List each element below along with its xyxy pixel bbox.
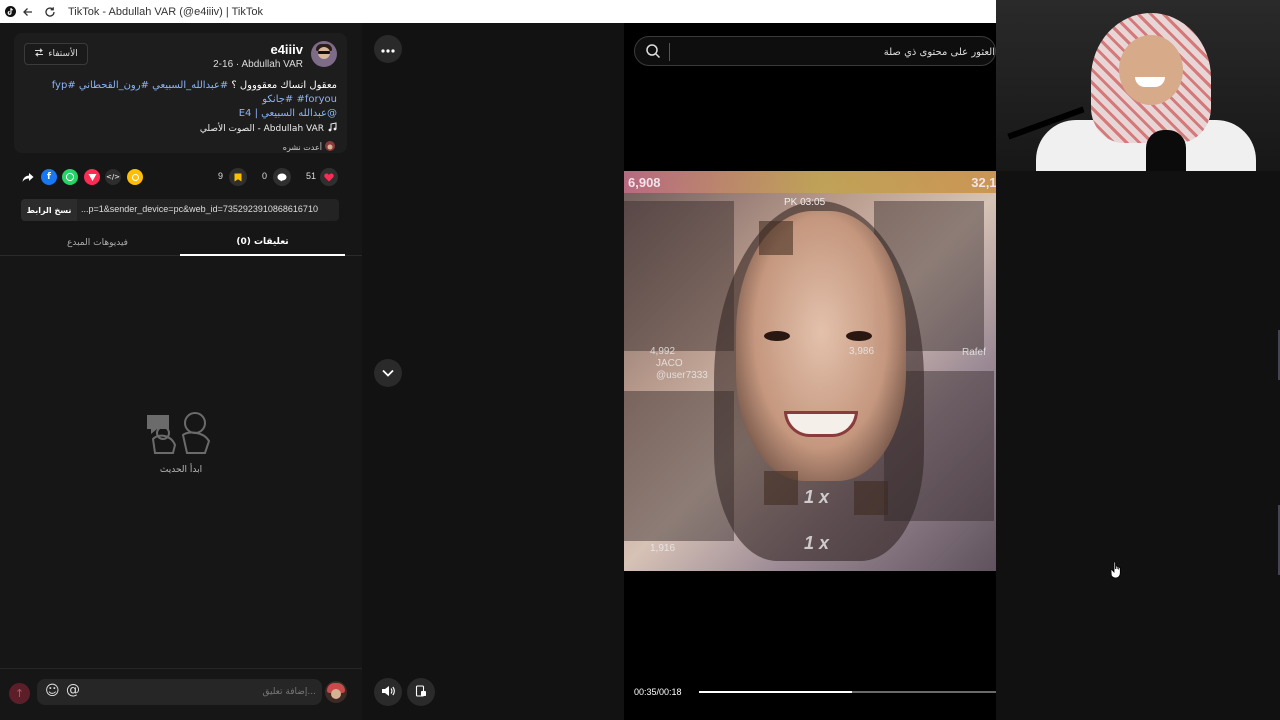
related-search-input[interactable] <box>695 42 995 62</box>
side-handle: @user7333 <box>656 370 708 381</box>
pk-timer: PK 03:05 <box>784 197 826 208</box>
comment-count: 0 <box>262 171 268 181</box>
save-count: 9 <box>218 171 224 181</box>
chevron-down-icon <box>382 366 394 380</box>
whatsapp-icon[interactable] <box>62 169 78 185</box>
sound-label: الصوت الأصلي - Abdullah VAR <box>199 123 324 134</box>
more-options-button[interactable] <box>374 35 402 63</box>
browser-titlebar: TikTok - Abdullah VAR (@e4iiiv) | TikTok <box>0 0 996 23</box>
player-side-controls <box>362 23 624 720</box>
tab-comments[interactable]: (0) تعليقات <box>180 229 345 256</box>
background-right <box>996 0 1280 720</box>
facebook-icon[interactable]: f <box>41 169 57 185</box>
gift-multiplier-1: 1 x <box>804 487 830 507</box>
repost-avatar-icon <box>325 141 335 153</box>
back-arrow-icon[interactable] <box>18 2 38 22</box>
heart-icon[interactable] <box>320 168 338 186</box>
search-divider <box>669 43 670 61</box>
action-bar: f </> 9 0 51 <box>0 164 362 190</box>
repost-label: أعدت نشره <box>282 142 322 152</box>
side-score-1: 4,992 <box>650 346 676 357</box>
speaker-icon <box>381 685 395 700</box>
more-share-icon[interactable] <box>127 169 143 185</box>
comment-composer: ↑ ☺ @ <box>0 668 362 720</box>
playback-time: 00:35/00:18 <box>634 687 682 697</box>
follow-button[interactable]: الأستفاء <box>24 43 88 65</box>
comment-input-box: ☺ @ <box>37 679 322 705</box>
share-arrow-icon[interactable] <box>20 169 36 185</box>
side-tag: Rafef <box>962 347 986 358</box>
comment-bubble-icon[interactable] <box>273 168 291 186</box>
send-to-friends-icon[interactable] <box>84 169 100 185</box>
video-player: 6,908 32,125 PK 03:05 4,992 JACO @user73… <box>624 23 1015 720</box>
comment-input[interactable] <box>116 683 316 701</box>
side-score-2: 3,986 <box>849 346 875 357</box>
sound-row[interactable]: الصوت الأصلي - Abdullah VAR <box>200 122 337 135</box>
emoji-icon[interactable]: ☺ <box>45 683 60 699</box>
streamer-webcam-overlay <box>996 0 1280 171</box>
volume-button[interactable] <box>374 678 402 706</box>
gift-multiplier-2: 1 x <box>804 533 830 553</box>
tiktok-logo-icon <box>4 6 16 18</box>
pip-icon <box>415 684 427 700</box>
empty-comments-illustration <box>143 409 215 457</box>
author-username[interactable]: e4iiiv <box>270 42 303 57</box>
video-frame[interactable]: 6,908 32,125 PK 03:05 4,992 JACO @user73… <box>624 171 1015 571</box>
ellipsis-icon <box>381 42 395 56</box>
side-score-3: 1,916 <box>650 543 676 554</box>
current-user-avatar <box>325 681 347 703</box>
reload-icon[interactable] <box>40 2 60 22</box>
caption-text: معقول انساك معقووول ؟ <box>228 80 337 91</box>
repost-row: أعدت نشره <box>283 141 335 153</box>
comments-tabs: (0) تعليقات فيديوهات المبدع <box>0 229 362 256</box>
description-card: e4iiiv 2-16 · Abdullah VAR الأستفاء معقو… <box>14 33 347 153</box>
search-icon[interactable] <box>645 43 661 63</box>
music-note-icon <box>328 122 337 135</box>
video-link-text[interactable]: ...p=1&sender_device=pc&web_id=735292391… <box>81 204 318 214</box>
video-caption: معقول انساك معقووول ؟ #عبدالله_السبيعي #… <box>22 79 337 121</box>
caption-mention[interactable]: @عبدالله السبيعي | E4 <box>239 108 337 119</box>
copy-link-button[interactable]: نسخ الرابط <box>21 199 77 221</box>
progress-fill <box>699 691 852 693</box>
like-count: 51 <box>306 171 317 181</box>
embed-code-icon[interactable]: </> <box>105 169 121 185</box>
hand-cursor-icon <box>1110 561 1124 583</box>
picture-in-picture-button[interactable] <box>407 678 435 706</box>
window-title: TikTok - Abdullah VAR (@e4iiiv) | TikTok <box>68 5 263 18</box>
send-comment-button[interactable]: ↑ <box>9 683 30 704</box>
tab-creator-videos[interactable]: فيديوهات المبدع <box>15 229 180 256</box>
next-video-button[interactable] <box>374 359 402 387</box>
video-details-panel: e4iiiv 2-16 · Abdullah VAR الأستفاء معقو… <box>0 23 362 720</box>
related-search-bar <box>634 36 996 66</box>
author-avatar[interactable] <box>311 41 337 67</box>
mention-icon[interactable]: @ <box>66 682 80 698</box>
follow-label: الأستفاء <box>48 49 78 59</box>
author-subline: 2-16 · Abdullah VAR <box>213 59 303 70</box>
bookmark-icon[interactable] <box>229 168 247 186</box>
side-name: JACO <box>656 358 683 369</box>
swap-icon <box>34 48 44 60</box>
progress-bar[interactable] <box>699 691 1005 693</box>
arrow-up-icon: ↑ <box>14 687 25 700</box>
pk-score-left: 6,908 <box>628 175 661 190</box>
copy-link-row: نسخ الرابط ...p=1&sender_device=pc&web_i… <box>21 199 339 221</box>
empty-comments-text: ابدأ الحديث <box>159 465 203 475</box>
